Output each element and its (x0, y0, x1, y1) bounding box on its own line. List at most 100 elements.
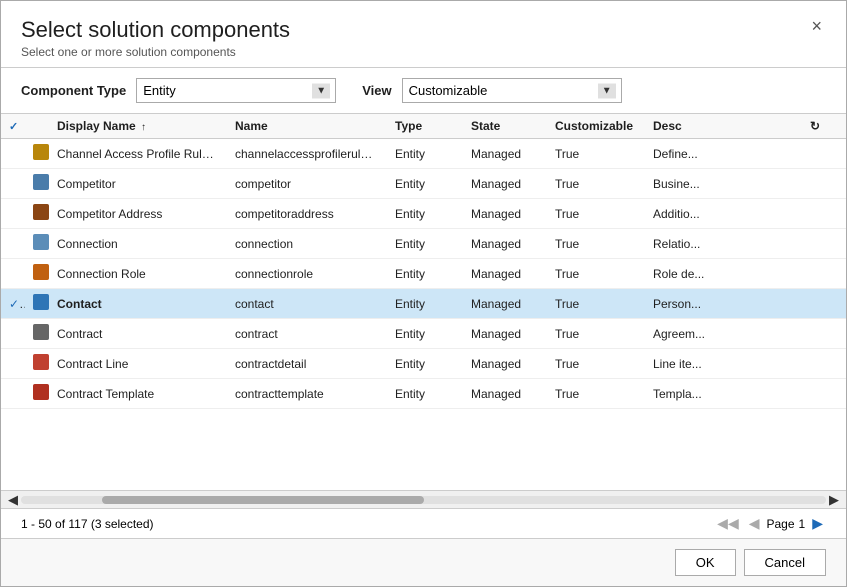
table-container: ✓ Display Name ↑ Name Type State Customi… (1, 114, 846, 508)
row-type: Entity (387, 259, 463, 289)
row-customizable: True (547, 199, 645, 229)
row-type: Entity (387, 229, 463, 259)
ok-button[interactable]: OK (675, 549, 736, 576)
pager-prev-btn[interactable]: ◀ (746, 515, 763, 532)
row-check-col (1, 229, 25, 259)
pager-page-label: Page (767, 517, 795, 531)
row-entity-icon (33, 144, 49, 160)
component-type-select[interactable]: Entity Attribute Form View Chart (136, 78, 336, 103)
row-icon-col (25, 259, 49, 289)
row-description: Templa... (645, 379, 846, 409)
row-description: Additio... (645, 199, 846, 229)
row-display-name: Contract Template (49, 379, 227, 409)
close-button[interactable]: × (807, 17, 826, 35)
row-check-col (1, 379, 25, 409)
component-type-label: Component Type (21, 83, 126, 98)
col-description: Desc ↻ (645, 114, 828, 139)
row-description: Line ite... (645, 349, 846, 379)
table-header: ✓ Display Name ↑ Name Type State Customi… (1, 114, 846, 139)
pagination-range: 1 - 50 of 117 (3 selected) (21, 517, 154, 531)
row-description: Role de... (645, 259, 846, 289)
pager-next-btn[interactable]: ▶ (809, 515, 826, 532)
row-type: Entity (387, 289, 463, 319)
row-customizable: True (547, 379, 645, 409)
row-entity-icon (33, 234, 49, 250)
scroll-left-btn[interactable]: ◀ (5, 492, 21, 508)
row-display-name: Contract Line (49, 349, 227, 379)
row-icon-col (25, 319, 49, 349)
table-row[interactable]: Contract Line contractdetail Entity Mana… (1, 349, 846, 379)
table-row[interactable]: Channel Access Profile Rule Item channel… (1, 139, 846, 169)
row-name: contract (227, 319, 387, 349)
row-entity-icon (33, 204, 49, 220)
pagination-bar: 1 - 50 of 117 (3 selected) ◀◀ ◀ Page 1 ▶ (1, 508, 846, 538)
row-name: contractdetail (227, 349, 387, 379)
col-type[interactable]: Type (387, 114, 463, 139)
row-state: Managed (463, 349, 547, 379)
row-name: competitoraddress (227, 199, 387, 229)
component-type-wrapper[interactable]: Entity Attribute Form View Chart (136, 78, 336, 103)
row-name: contact (227, 289, 387, 319)
table-row[interactable]: Contract contract Entity Managed True Ag… (1, 319, 846, 349)
row-icon-col (25, 139, 49, 169)
row-check-col (1, 259, 25, 289)
row-icon-col (25, 199, 49, 229)
row-entity-icon (33, 324, 49, 340)
row-description: Agreem... (645, 319, 846, 349)
table-row[interactable]: Connection connection Entity Managed Tru… (1, 229, 846, 259)
col-icon (25, 114, 49, 139)
table-row[interactable]: ✓ Contact contact Entity Managed True Pe… (1, 289, 846, 319)
col-state[interactable]: State (463, 114, 547, 139)
pager-first-btn[interactable]: ◀◀ (714, 515, 742, 532)
col-check: ✓ (1, 114, 25, 139)
row-type: Entity (387, 199, 463, 229)
table-row[interactable]: Competitor competitor Entity Managed Tru… (1, 169, 846, 199)
table-row[interactable]: Contract Template contracttemplate Entit… (1, 379, 846, 409)
dialog-title: Select solution components (21, 17, 290, 43)
row-type: Entity (387, 139, 463, 169)
col-display-name[interactable]: Display Name ↑ (49, 114, 227, 139)
col-name[interactable]: Name (227, 114, 387, 139)
row-check-col (1, 319, 25, 349)
row-entity-icon (33, 174, 49, 190)
row-state: Managed (463, 319, 547, 349)
row-entity-icon (33, 294, 49, 310)
view-wrapper[interactable]: Customizable All Managed Unmanaged (402, 78, 622, 103)
scrollbar-x[interactable]: ◀ ▶ (1, 490, 846, 508)
table-scroll-area[interactable]: Channel Access Profile Rule Item channel… (1, 139, 846, 490)
table-row[interactable]: Connection Role connectionrole Entity Ma… (1, 259, 846, 289)
row-state: Managed (463, 379, 547, 409)
row-name: competitor (227, 169, 387, 199)
row-name: connection (227, 229, 387, 259)
table-row[interactable]: Competitor Address competitoraddress Ent… (1, 199, 846, 229)
row-entity-icon (33, 264, 49, 280)
row-customizable: True (547, 289, 645, 319)
row-icon-col (25, 289, 49, 319)
pager: ◀◀ ◀ Page 1 ▶ (714, 515, 826, 532)
row-state: Managed (463, 199, 547, 229)
col-customizable[interactable]: Customizable (547, 114, 645, 139)
row-customizable: True (547, 319, 645, 349)
row-check-col (1, 349, 25, 379)
col-scroll-pad (828, 114, 846, 139)
row-state: Managed (463, 259, 547, 289)
row-name: channelaccessprofileruleite... (227, 139, 387, 169)
row-type: Entity (387, 169, 463, 199)
dialog-subtitle: Select one or more solution components (21, 45, 290, 59)
row-display-name: Connection (49, 229, 227, 259)
row-description: Busine... (645, 169, 846, 199)
row-entity-icon (33, 384, 49, 400)
dialog-header: Select solution components Select one or… (1, 1, 846, 67)
cancel-button[interactable]: Cancel (744, 549, 826, 576)
row-description: Relatio... (645, 229, 846, 259)
footer-bar: OK Cancel (1, 538, 846, 586)
scroll-right-btn[interactable]: ▶ (826, 492, 842, 508)
dialog: Select solution components Select one or… (0, 0, 847, 587)
row-type: Entity (387, 349, 463, 379)
view-select[interactable]: Customizable All Managed Unmanaged (402, 78, 622, 103)
row-state: Managed (463, 289, 547, 319)
dialog-title-block: Select solution components Select one or… (21, 17, 290, 59)
scrollbar-thumb[interactable] (102, 496, 424, 504)
row-icon-col (25, 169, 49, 199)
row-type: Entity (387, 319, 463, 349)
